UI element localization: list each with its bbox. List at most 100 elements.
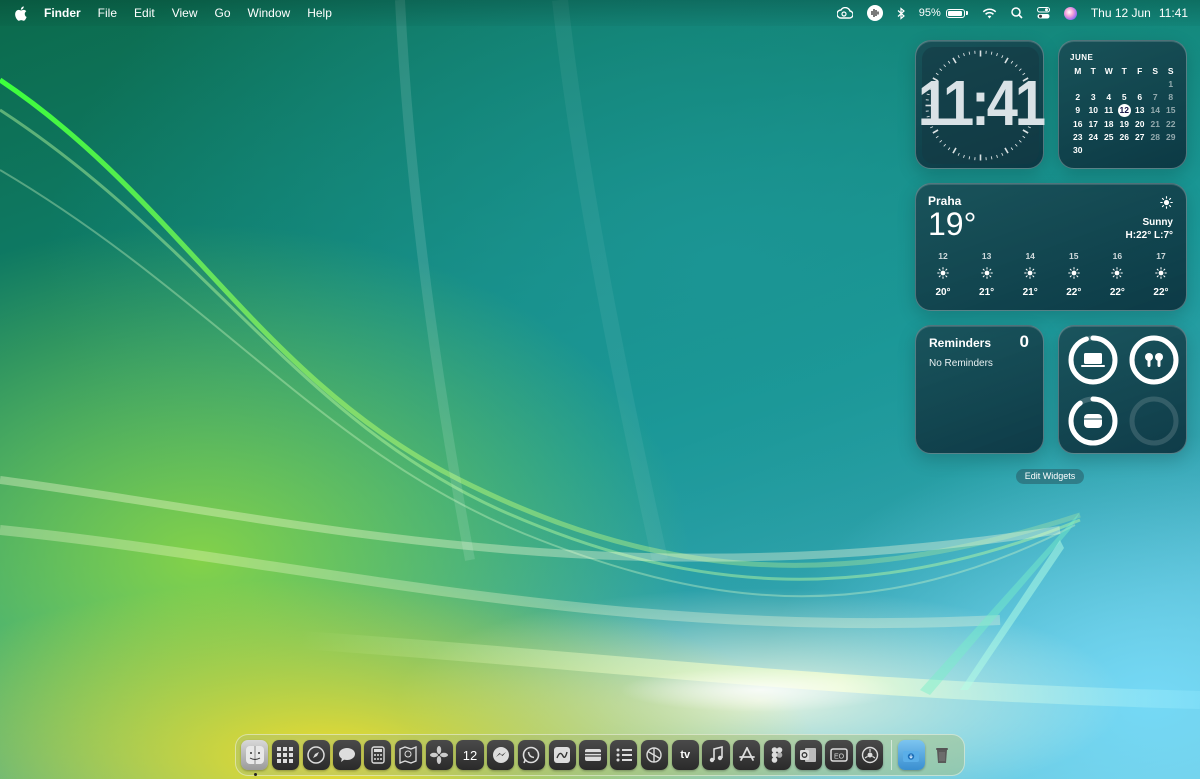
calendar-day [1148, 79, 1164, 90]
menu-edit[interactable]: Edit [134, 6, 155, 20]
spotlight-search-icon[interactable] [1011, 7, 1023, 19]
menu-view[interactable]: View [172, 6, 198, 20]
photos-icon[interactable] [425, 740, 453, 770]
calendar-day [1132, 145, 1148, 156]
safari-icon[interactable] [302, 740, 330, 770]
edit-widgets-button[interactable]: Edit Widgets [1016, 469, 1084, 484]
calendar-day: 8 [1168, 92, 1174, 102]
calendar-day: 21 [1150, 119, 1160, 129]
batteries-widget[interactable] [1058, 325, 1187, 454]
bluetooth-icon[interactable] [897, 6, 905, 20]
music-icon[interactable] [702, 740, 730, 770]
wallet-icon[interactable] [579, 740, 607, 770]
calendar-day: 13 [1135, 105, 1145, 115]
calendar-day: 11 [1104, 105, 1114, 115]
weather-condition: Sunny [1142, 217, 1173, 228]
laptop-icon [1081, 353, 1105, 367]
menu-app-name[interactable]: Finder [44, 6, 81, 20]
apple-icon[interactable] [14, 5, 27, 21]
menu-bar-right: 95% Thu 12 Jun 11:41 [823, 5, 1188, 21]
forecast-temp: 21° [1022, 287, 1038, 298]
pages-icon[interactable]: EO [825, 740, 853, 770]
wifi-icon[interactable] [982, 8, 997, 19]
calendar-day: 3 [1090, 92, 1096, 102]
calendar-day: 26 [1119, 132, 1129, 142]
calendar-day: 1 [1168, 79, 1174, 89]
calendar-day [1101, 145, 1117, 156]
airpods-battery-ring [1129, 335, 1179, 385]
freeform-icon[interactable] [548, 740, 576, 770]
forecast-temp: 22° [1109, 287, 1125, 298]
calendar-day [1117, 79, 1133, 90]
forecast-day: 17 22° [1146, 251, 1176, 298]
chatgpt-icon[interactable] [640, 740, 669, 770]
app-store-icon[interactable] [733, 740, 761, 770]
sun-icon [980, 266, 993, 284]
forecast-temp: 22° [1066, 287, 1082, 298]
menu-time[interactable]: 11:41 [1159, 6, 1188, 20]
calculator-icon[interactable] [364, 740, 392, 770]
sun-icon [1024, 266, 1037, 284]
battery-icon [945, 8, 965, 18]
calendar-day: 22 [1166, 119, 1176, 129]
forecast-day-label: 12 [938, 251, 948, 261]
finder-icon[interactable] [241, 740, 269, 776]
calendar-day: 9 [1075, 105, 1081, 115]
reminders-empty-text: No Reminders [929, 358, 993, 369]
calendar-icon[interactable]: 12 [456, 740, 484, 770]
launchpad-icon[interactable] [271, 740, 300, 770]
figma-icon[interactable] [763, 740, 792, 770]
menu-file[interactable]: File [98, 6, 117, 20]
calendar-day: 7 [1152, 92, 1158, 102]
menu-help[interactable]: Help [307, 6, 332, 20]
calendar-day: 18 [1104, 119, 1114, 129]
clock-widget[interactable]: 11:41 [915, 40, 1046, 169]
airpods-case-icon [1084, 414, 1102, 428]
calendar-weekday: S [1167, 66, 1174, 76]
calendar-weekday: T [1090, 66, 1096, 76]
menu-go[interactable]: Go [215, 6, 231, 20]
calendar-day: 6 [1137, 92, 1143, 102]
airpods-case-battery-ring [1068, 396, 1118, 446]
battery-percent: 95% [918, 7, 941, 19]
calendar-day [1132, 79, 1148, 90]
calendar-day [1148, 145, 1164, 156]
calendar-day [1101, 79, 1117, 90]
maps-icon[interactable] [394, 740, 423, 770]
downloads-icon[interactable] [897, 740, 926, 770]
whatsapp-icon[interactable] [517, 740, 546, 770]
audio-recorder-icon[interactable] [866, 5, 883, 21]
siri-icon[interactable] [1063, 6, 1077, 20]
calendar-day: 4 [1106, 92, 1112, 102]
calendar-day: 25 [1104, 132, 1114, 142]
battery-status[interactable]: 95% [919, 7, 968, 19]
trash-icon[interactable] [928, 740, 955, 770]
system-settings-icon[interactable] [856, 740, 884, 770]
calendar-weekday: S [1152, 66, 1159, 76]
calendar-day: 2 [1075, 92, 1081, 102]
dock-calendar-date: 12 [462, 747, 478, 763]
reminders-icon[interactable] [610, 740, 638, 770]
weather-widget[interactable]: Praha 19° Sunny H:22° L:7° 12 20° 13 21° 14 2… [915, 183, 1187, 311]
menu-bar: Finder File Edit View Go Window Help 95% [0, 0, 1200, 26]
forecast-day-label: 16 [1112, 251, 1123, 261]
calendar-day [1086, 145, 1102, 156]
outlook-icon[interactable] [794, 740, 822, 770]
sun-icon [937, 266, 949, 284]
forecast-day-label: 13 [981, 251, 992, 261]
forecast-temp: 20° [935, 287, 951, 298]
empty-battery-slot [1129, 396, 1179, 446]
reminders-widget[interactable]: Reminders 0 No Reminders [915, 325, 1044, 454]
calendar-day [1086, 79, 1102, 90]
dock: 12 tv EO [235, 734, 965, 776]
menu-bar-left: Finder File Edit View Go Window Help [14, 5, 349, 21]
menu-window[interactable]: Window [248, 6, 291, 20]
calendar-widget[interactable]: JUNE M T W T F S S 1 2 3 4 5 6 7 8 9 10 11 12 13 14 15 16 17 18 1… [1058, 40, 1187, 169]
calendar-month: JUNE [1070, 53, 1094, 62]
messages-icon[interactable] [333, 740, 361, 770]
menu-date[interactable]: Thu 12 Jun [1091, 6, 1151, 20]
creative-cloud-icon[interactable] [836, 7, 853, 19]
control-center-icon[interactable] [1036, 7, 1050, 19]
messenger-icon[interactable] [487, 740, 515, 770]
tv-icon[interactable]: tv [671, 740, 699, 770]
